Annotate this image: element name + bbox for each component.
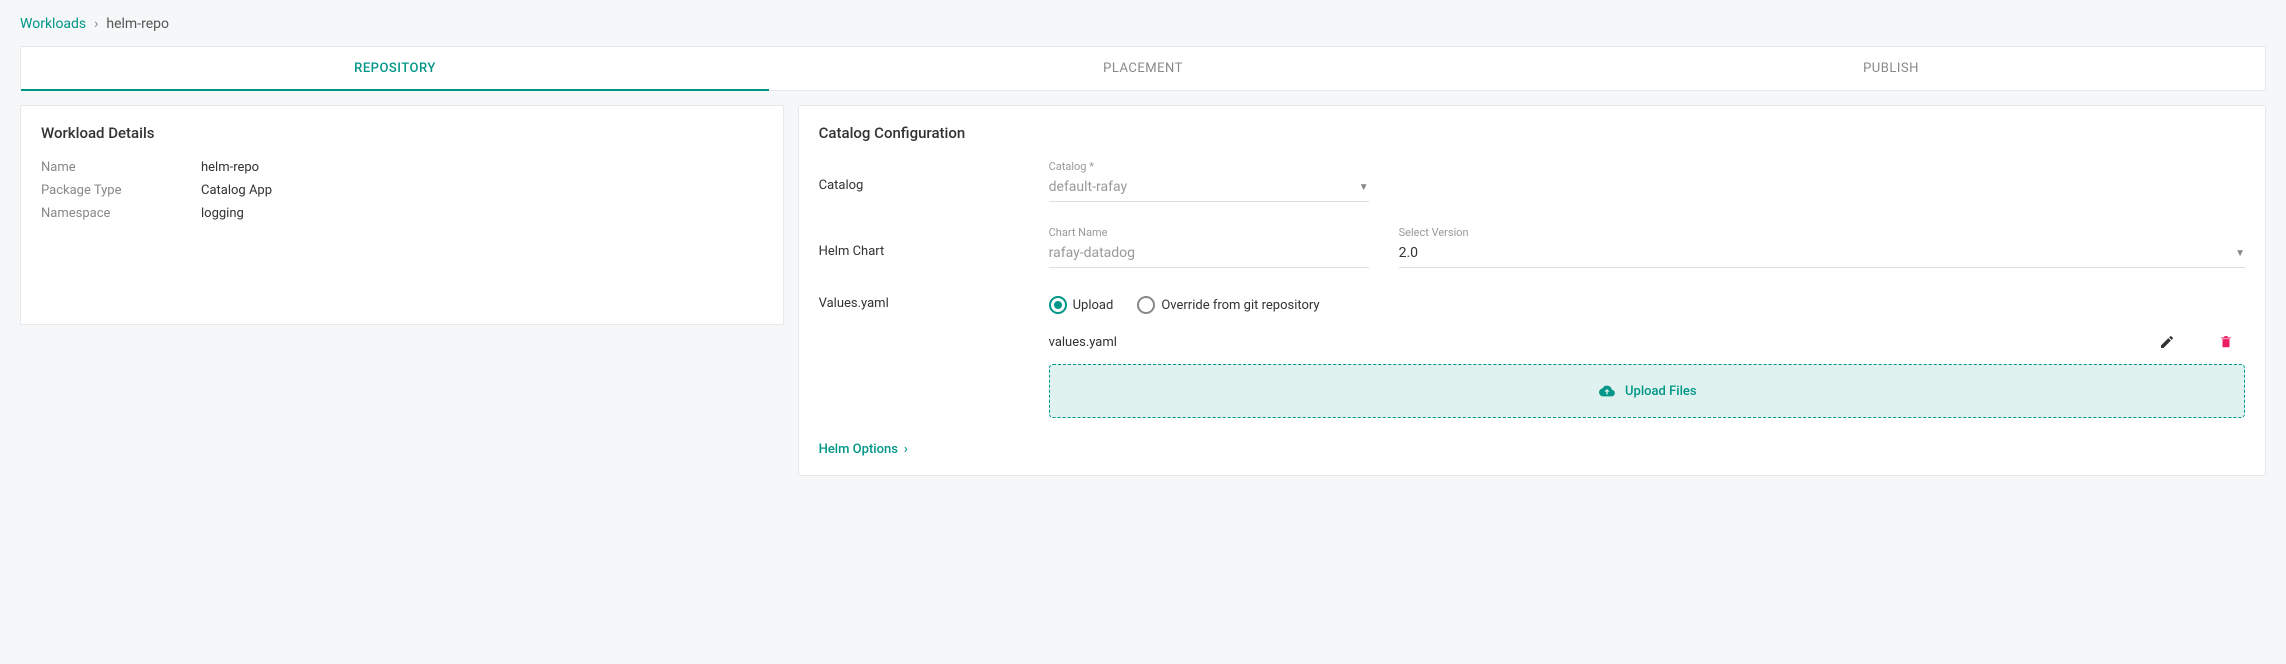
workload-details-title: Workload Details (41, 124, 763, 142)
pencil-icon (2159, 334, 2175, 350)
catalog-select[interactable]: Catalog * default-rafay ▼ (1049, 160, 1369, 202)
row-catalog: Catalog Catalog * default-rafay ▼ (819, 160, 2245, 202)
catalog-config-title: Catalog Configuration (819, 124, 2245, 142)
trash-icon (2219, 334, 2233, 350)
radio-override-label: Override from git repository (1161, 298, 1319, 313)
chevron-down-icon: ▼ (2235, 248, 2245, 259)
detail-value-package-type: Catalog App (201, 183, 272, 198)
chart-name-value: rafay-datadog (1049, 245, 1135, 261)
file-row: values.yaml (1049, 326, 2245, 364)
chevron-down-icon: ▼ (1359, 182, 1369, 193)
detail-row-package-type: Package Type Catalog App (41, 183, 763, 198)
label-values-yaml: Values.yaml (819, 292, 1049, 311)
version-select[interactable]: Select Version 2.0 ▼ (1399, 226, 2245, 268)
radio-override-git[interactable]: Override from git repository (1137, 296, 1319, 314)
upload-files-label: Upload Files (1625, 384, 1697, 399)
detail-label-namespace: Namespace (41, 206, 201, 221)
detail-row-namespace: Namespace logging (41, 206, 763, 221)
workload-details-card: Workload Details Name helm-repo Package … (20, 105, 784, 325)
version-select-label: Select Version (1399, 226, 2245, 239)
breadcrumb-parent-link[interactable]: Workloads (20, 16, 86, 32)
detail-label-package-type: Package Type (41, 183, 201, 198)
helm-options-label: Helm Options (819, 442, 898, 457)
label-helm-chart: Helm Chart (819, 226, 1049, 259)
detail-row-name: Name helm-repo (41, 160, 763, 175)
catalog-config-card: Catalog Configuration Catalog Catalog * … (798, 105, 2266, 476)
upload-files-button[interactable]: Upload Files (1049, 364, 2245, 418)
cloud-upload-icon (1597, 383, 1617, 399)
detail-value-name: helm-repo (201, 160, 259, 175)
chart-name-input[interactable]: Chart Name rafay-datadog (1049, 226, 1369, 268)
file-name: values.yaml (1049, 335, 2155, 350)
row-values-yaml: Values.yaml Upload Override from git rep… (819, 292, 2245, 314)
radio-circle-icon (1049, 296, 1067, 314)
catalog-select-label: Catalog * (1049, 160, 1369, 173)
helm-options-link[interactable]: Helm Options › (819, 442, 2245, 457)
tab-repository[interactable]: REPOSITORY (21, 47, 769, 90)
tabs: REPOSITORY PLACEMENT PUBLISH (20, 46, 2266, 91)
row-helm-chart: Helm Chart Chart Name rafay-datadog Sele… (819, 226, 2245, 268)
edit-file-button[interactable] (2155, 330, 2185, 354)
chevron-right-icon: › (904, 442, 908, 457)
chart-name-label: Chart Name (1049, 226, 1369, 239)
breadcrumb-current: helm-repo (106, 16, 169, 32)
catalog-select-value: default-rafay (1049, 179, 1127, 195)
detail-label-name: Name (41, 160, 201, 175)
breadcrumb: Workloads › helm-repo (6, 6, 2280, 46)
breadcrumb-separator: › (94, 16, 98, 32)
radio-upload[interactable]: Upload (1049, 296, 1114, 314)
label-catalog: Catalog (819, 160, 1049, 193)
radio-circle-icon (1137, 296, 1155, 314)
radio-upload-label: Upload (1073, 298, 1114, 313)
delete-file-button[interactable] (2215, 330, 2245, 354)
tab-publish[interactable]: PUBLISH (1517, 47, 2265, 90)
version-select-value: 2.0 (1399, 245, 1418, 261)
tab-placement[interactable]: PLACEMENT (769, 47, 1517, 90)
detail-value-namespace: logging (201, 206, 244, 221)
